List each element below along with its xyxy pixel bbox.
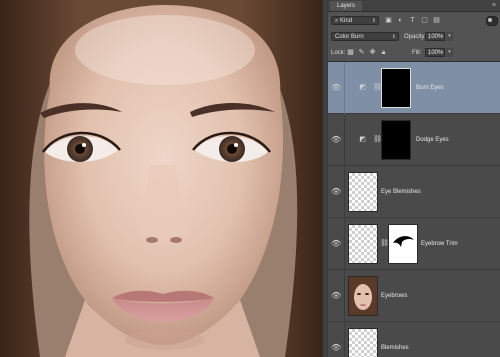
document-canvas[interactable] [0,0,322,357]
image-filter-icon[interactable]: ▣ [384,16,393,25]
layer-name[interactable]: Eyebrows [381,291,407,301]
layer-name[interactable]: Eye Blemishes [381,187,421,197]
layer-row-eyebrow-trim[interactable]: 👁︎ ⛓︎ Eyebrow Trim [328,218,500,270]
lock-all-icon[interactable]: 🔒︎ [379,48,388,57]
layer-row-eye-blemishes[interactable]: 👁︎ Eye Blemishes [328,166,500,218]
layer-thumbnail[interactable] [348,328,378,357]
layer-mask-thumbnail[interactable] [381,120,411,160]
adjustment-filter-icon[interactable]: ◐ [396,16,405,25]
smart-object-filter-icon[interactable]: ▤ [432,16,441,25]
lock-label: Lock: [331,50,346,56]
row-divider [344,114,345,166]
layers-panel: Layers ≡ ⌕ Kind ⇕ ▣ ◐ T ▢ ▤ Color Burn ⇕… [328,0,500,357]
layer-thumbnail[interactable] [348,172,378,212]
layer-row-eyebrows[interactable]: 👁︎ Eyebrows [328,270,500,322]
visibility-eye-icon[interactable]: 👁︎ [331,291,341,301]
lock-transparent-icon[interactable]: ▦ [346,48,355,57]
opacity-field[interactable]: 100% [425,32,445,41]
lock-image-icon[interactable]: ✎ [357,48,366,57]
filter-toggle[interactable] [486,16,498,26]
tab-layers[interactable]: Layers [330,1,363,11]
visibility-eye-icon[interactable]: 👁︎ [331,187,341,197]
visibility-eye-icon[interactable]: 👁︎ [331,83,341,93]
layer-thumbnail[interactable] [348,224,378,264]
link-chain-icon[interactable]: ⛓︎ [380,239,389,249]
fill-field[interactable]: 100% [425,48,445,57]
blend-mode-value: Color Burn [335,34,364,40]
layer-row-blemishes[interactable]: 👁︎ Blemishes [328,322,500,357]
visibility-eye-icon[interactable]: 👁︎ [331,239,341,249]
layers-list: 👁︎ ◩ ⛓︎ Burn Eyes 👁︎ ◩ ⛓︎ Dodge Eyes 👁︎ … [328,62,500,357]
filter-kind-select[interactable]: ⌕ Kind ⇕ [331,16,379,25]
layer-name[interactable]: Blemishes [381,343,409,353]
shape-filter-icon[interactable]: ▢ [420,16,429,25]
link-chain-icon[interactable]: ⛓︎ [373,135,382,145]
filter-kind-value: Kind [340,18,353,24]
row-divider [344,166,345,218]
lock-position-icon[interactable]: ✥ [368,48,377,57]
layer-mask-thumbnail[interactable] [381,68,411,108]
row-divider [344,62,345,114]
filter-row: ⌕ Kind ⇕ ▣ ◐ T ▢ ▤ [328,15,500,27]
visibility-eye-icon[interactable]: 👁︎ [331,343,341,353]
layer-row-dodge-eyes[interactable]: 👁︎ ◩ ⛓︎ Dodge Eyes [328,114,500,166]
opacity-slider-arrow-icon[interactable]: ▾ [446,32,453,41]
blend-row: Color Burn ⇕ Opacity: 100% ▾ [328,31,500,43]
visibility-eye-icon[interactable]: 👁︎ [331,135,341,145]
panel-menu-icon[interactable]: ≡ [492,0,496,11]
link-chain-icon[interactable]: ⛓︎ [373,83,382,93]
panel-tab-bar: Layers ≡ [328,0,500,12]
chevron-down-icon: ⇕ [371,18,376,24]
fill-slider-arrow-icon[interactable]: ▾ [446,48,453,57]
portrait-photo [0,0,322,357]
opacity-label: Opacity: [404,34,427,40]
eyebrow-mask-shape [393,236,414,247]
face-thumbnail-image [349,277,377,315]
blend-mode-select[interactable]: Color Burn ⇕ [331,32,399,41]
search-icon: ⌕ [335,18,339,24]
chevron-down-icon: ⇕ [391,34,396,40]
row-divider [344,218,345,270]
curves-adjustment-icon: ◩ [359,136,366,143]
lock-row: Lock: ▦ ✎ ✥ 🔒︎ Fill: 100% ▾ [328,47,500,59]
layer-name[interactable]: Eyebrow Trim [421,239,458,249]
layer-mask-thumbnail[interactable] [388,224,418,264]
layer-name[interactable]: Dodge Eyes [416,135,449,145]
row-divider [344,270,345,322]
row-divider [344,322,345,357]
fill-label: Fill: [412,50,422,56]
curves-adjustment-icon: ◩ [359,84,366,91]
layer-thumbnail[interactable] [348,276,378,316]
layer-name[interactable]: Burn Eyes [416,83,444,93]
layer-row-burn-eyes[interactable]: 👁︎ ◩ ⛓︎ Burn Eyes [328,62,500,114]
type-filter-icon[interactable]: T [408,16,417,25]
